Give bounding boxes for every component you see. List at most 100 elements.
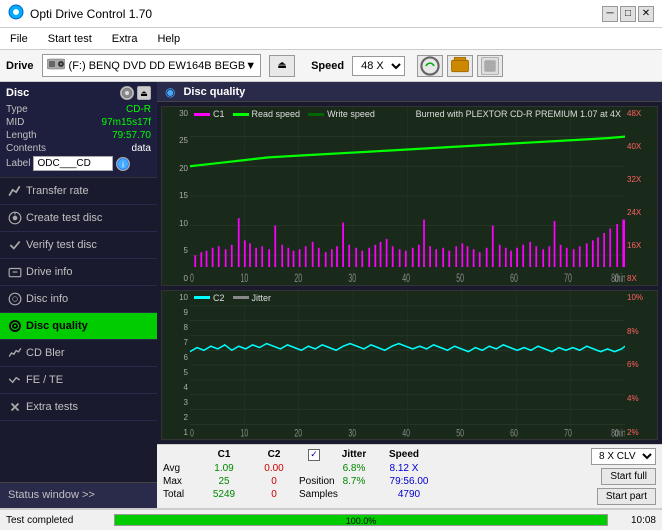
create-test-disc-icon xyxy=(8,211,22,225)
jitter-checkbox[interactable]: ✓ xyxy=(299,448,329,461)
disc-settings-icon[interactable] xyxy=(120,86,134,100)
status-window-button[interactable]: Status window >> xyxy=(0,482,157,508)
svg-text:20: 20 xyxy=(294,272,302,285)
menu-extra[interactable]: Extra xyxy=(106,31,144,47)
fe-te-icon xyxy=(8,373,22,387)
disc-info-label: Disc info xyxy=(26,293,68,305)
nav-disc-info[interactable]: Disc info xyxy=(0,286,157,313)
top-chart: 30 25 20 15 10 5 0 C1 xyxy=(161,106,658,286)
content-area: ◉ Disc quality 30 25 20 15 10 5 0 xyxy=(157,82,662,508)
close-button[interactable]: ✕ xyxy=(638,6,654,22)
top-chart-y-axis: 30 25 20 15 10 5 0 xyxy=(162,107,190,285)
max-jitter: 8.7% xyxy=(329,476,379,487)
clv-select[interactable]: 8 X CLV 4 X CLV xyxy=(591,448,656,465)
extra-tests-icon xyxy=(8,400,22,414)
mid-label: MID xyxy=(6,117,24,128)
nav-extra-tests[interactable]: Extra tests xyxy=(0,394,157,421)
speed-select[interactable]: 48 X 40 X 32 X 24 X 16 X 8 X xyxy=(352,56,405,76)
minimize-button[interactable]: ─ xyxy=(602,6,618,22)
label-key: Label xyxy=(6,158,30,169)
drive-info-icon xyxy=(8,265,22,279)
create-test-disc-label: Create test disc xyxy=(26,212,102,224)
eject-button[interactable]: ⏏ xyxy=(269,55,295,77)
status-bar: Test completed 100.0% 10:08 xyxy=(0,508,662,530)
top-chart-main: C1 Read speed Write speed Burned with PL… xyxy=(190,107,625,285)
window-controls: ─ □ ✕ xyxy=(602,6,654,22)
progress-text: 100.0% xyxy=(115,515,607,527)
transfer-rate-label: Transfer rate xyxy=(26,185,89,197)
svg-text:30: 30 xyxy=(348,427,356,439)
drive-name: (F:) BENQ DVD DD EW164B BEGB xyxy=(69,60,246,72)
svg-text:min: min xyxy=(615,272,625,285)
progress-bar: 100.0% xyxy=(114,514,608,526)
drive-label: Drive xyxy=(6,60,34,72)
disc-quality-icon xyxy=(8,319,22,333)
bottom-chart-y-axis-right: 10% 8% 6% 4% 2% xyxy=(625,291,657,439)
fe-te-label: FE / TE xyxy=(26,374,63,386)
maximize-button[interactable]: □ xyxy=(620,6,636,22)
svg-text:min: min xyxy=(615,427,625,439)
nav-fe-te[interactable]: FE / TE xyxy=(0,367,157,394)
menu-bar: File Start test Extra Help xyxy=(0,28,662,50)
bottom-chart: 10 9 8 7 6 5 4 3 2 1 C2 xyxy=(161,290,658,440)
svg-text:10: 10 xyxy=(240,272,248,285)
jitter-header: Jitter xyxy=(329,449,379,460)
svg-text:70: 70 xyxy=(564,427,572,439)
nav-disc-quality[interactable]: Disc quality xyxy=(0,313,157,340)
bottom-chart-main: C2 Jitter xyxy=(190,291,625,439)
svg-text:30: 30 xyxy=(348,272,356,285)
label-input[interactable] xyxy=(33,156,113,171)
title-bar: Opti Drive Control 1.70 ─ □ ✕ xyxy=(0,0,662,28)
speed-label: Speed xyxy=(311,60,344,72)
svg-text:20: 20 xyxy=(294,427,302,439)
avg-label: Avg xyxy=(163,463,199,474)
svg-text:0: 0 xyxy=(190,272,194,285)
svg-text:40: 40 xyxy=(402,272,410,285)
toolbar-btn-3[interactable] xyxy=(477,55,503,77)
menu-start-test[interactable]: Start test xyxy=(42,31,98,47)
top-chart-legend: C1 Read speed Write speed xyxy=(194,109,375,119)
nav-create-test-disc[interactable]: Create test disc xyxy=(0,205,157,232)
label-edit-icon[interactable]: i xyxy=(116,157,130,171)
nav-drive-info[interactable]: Drive info xyxy=(0,259,157,286)
position-value: 79:56.00 xyxy=(379,476,439,487)
drive-dropdown-icon: ▼ xyxy=(245,60,256,72)
max-label: Max xyxy=(163,476,199,487)
menu-help[interactable]: Help xyxy=(151,31,186,47)
bottom-chart-legend: C2 Jitter xyxy=(194,293,271,303)
start-full-button[interactable]: Start full xyxy=(601,468,656,485)
disc-eject-icon[interactable]: ⏏ xyxy=(137,86,151,100)
samples-value: 4790 xyxy=(379,489,439,500)
cd-bler-icon xyxy=(8,346,22,360)
stats-max-row: Max 25 0 Position 8.7% 79:56.00 xyxy=(163,476,587,487)
nav-transfer-rate[interactable]: Transfer rate xyxy=(0,178,157,205)
total-c2: 0 xyxy=(249,489,299,500)
chart-header: ◉ Disc quality xyxy=(157,82,662,102)
top-chart-svg: 0 10 20 30 40 50 60 70 80 min xyxy=(190,107,625,285)
stats-header-row: C1 C2 ✓ Jitter Speed xyxy=(163,448,587,461)
avg-jitter: 6.8% xyxy=(329,463,379,474)
toolbar-btn-2[interactable] xyxy=(447,55,473,77)
c1-header: C1 xyxy=(199,449,249,460)
length-label: Length xyxy=(6,130,37,141)
svg-text:60: 60 xyxy=(510,427,518,439)
speed-header: Speed xyxy=(379,449,429,460)
bottom-controls: C1 C2 ✓ Jitter Speed Avg 1.09 0.00 6.8% xyxy=(157,444,662,508)
svg-text:10: 10 xyxy=(240,427,248,439)
toolbar-btn-1[interactable] xyxy=(417,55,443,77)
sidebar: Disc ⏏ Type CD-R MID 97m15s17f Length 79… xyxy=(0,82,157,508)
transfer-rate-icon xyxy=(8,184,22,198)
bottom-chart-y-axis: 10 9 8 7 6 5 4 3 2 1 xyxy=(162,291,190,439)
drive-select[interactable]: (F:) BENQ DVD DD EW164B BEGB ▼ xyxy=(42,54,262,77)
type-label: Type xyxy=(6,104,28,115)
menu-file[interactable]: File xyxy=(4,31,34,47)
max-c1: 25 xyxy=(199,476,249,487)
drive-icon xyxy=(47,57,65,74)
start-part-button[interactable]: Start part xyxy=(597,488,656,505)
nav-cd-bler[interactable]: CD Bler xyxy=(0,340,157,367)
nav-verify-test-disc[interactable]: Verify test disc xyxy=(0,232,157,259)
bottom-chart-svg: 0 10 20 30 40 50 60 70 80 min xyxy=(190,291,625,439)
disc-quality-label: Disc quality xyxy=(26,320,88,332)
status-window-label: Status window >> xyxy=(8,489,95,501)
contents-label: Contents xyxy=(6,143,46,154)
